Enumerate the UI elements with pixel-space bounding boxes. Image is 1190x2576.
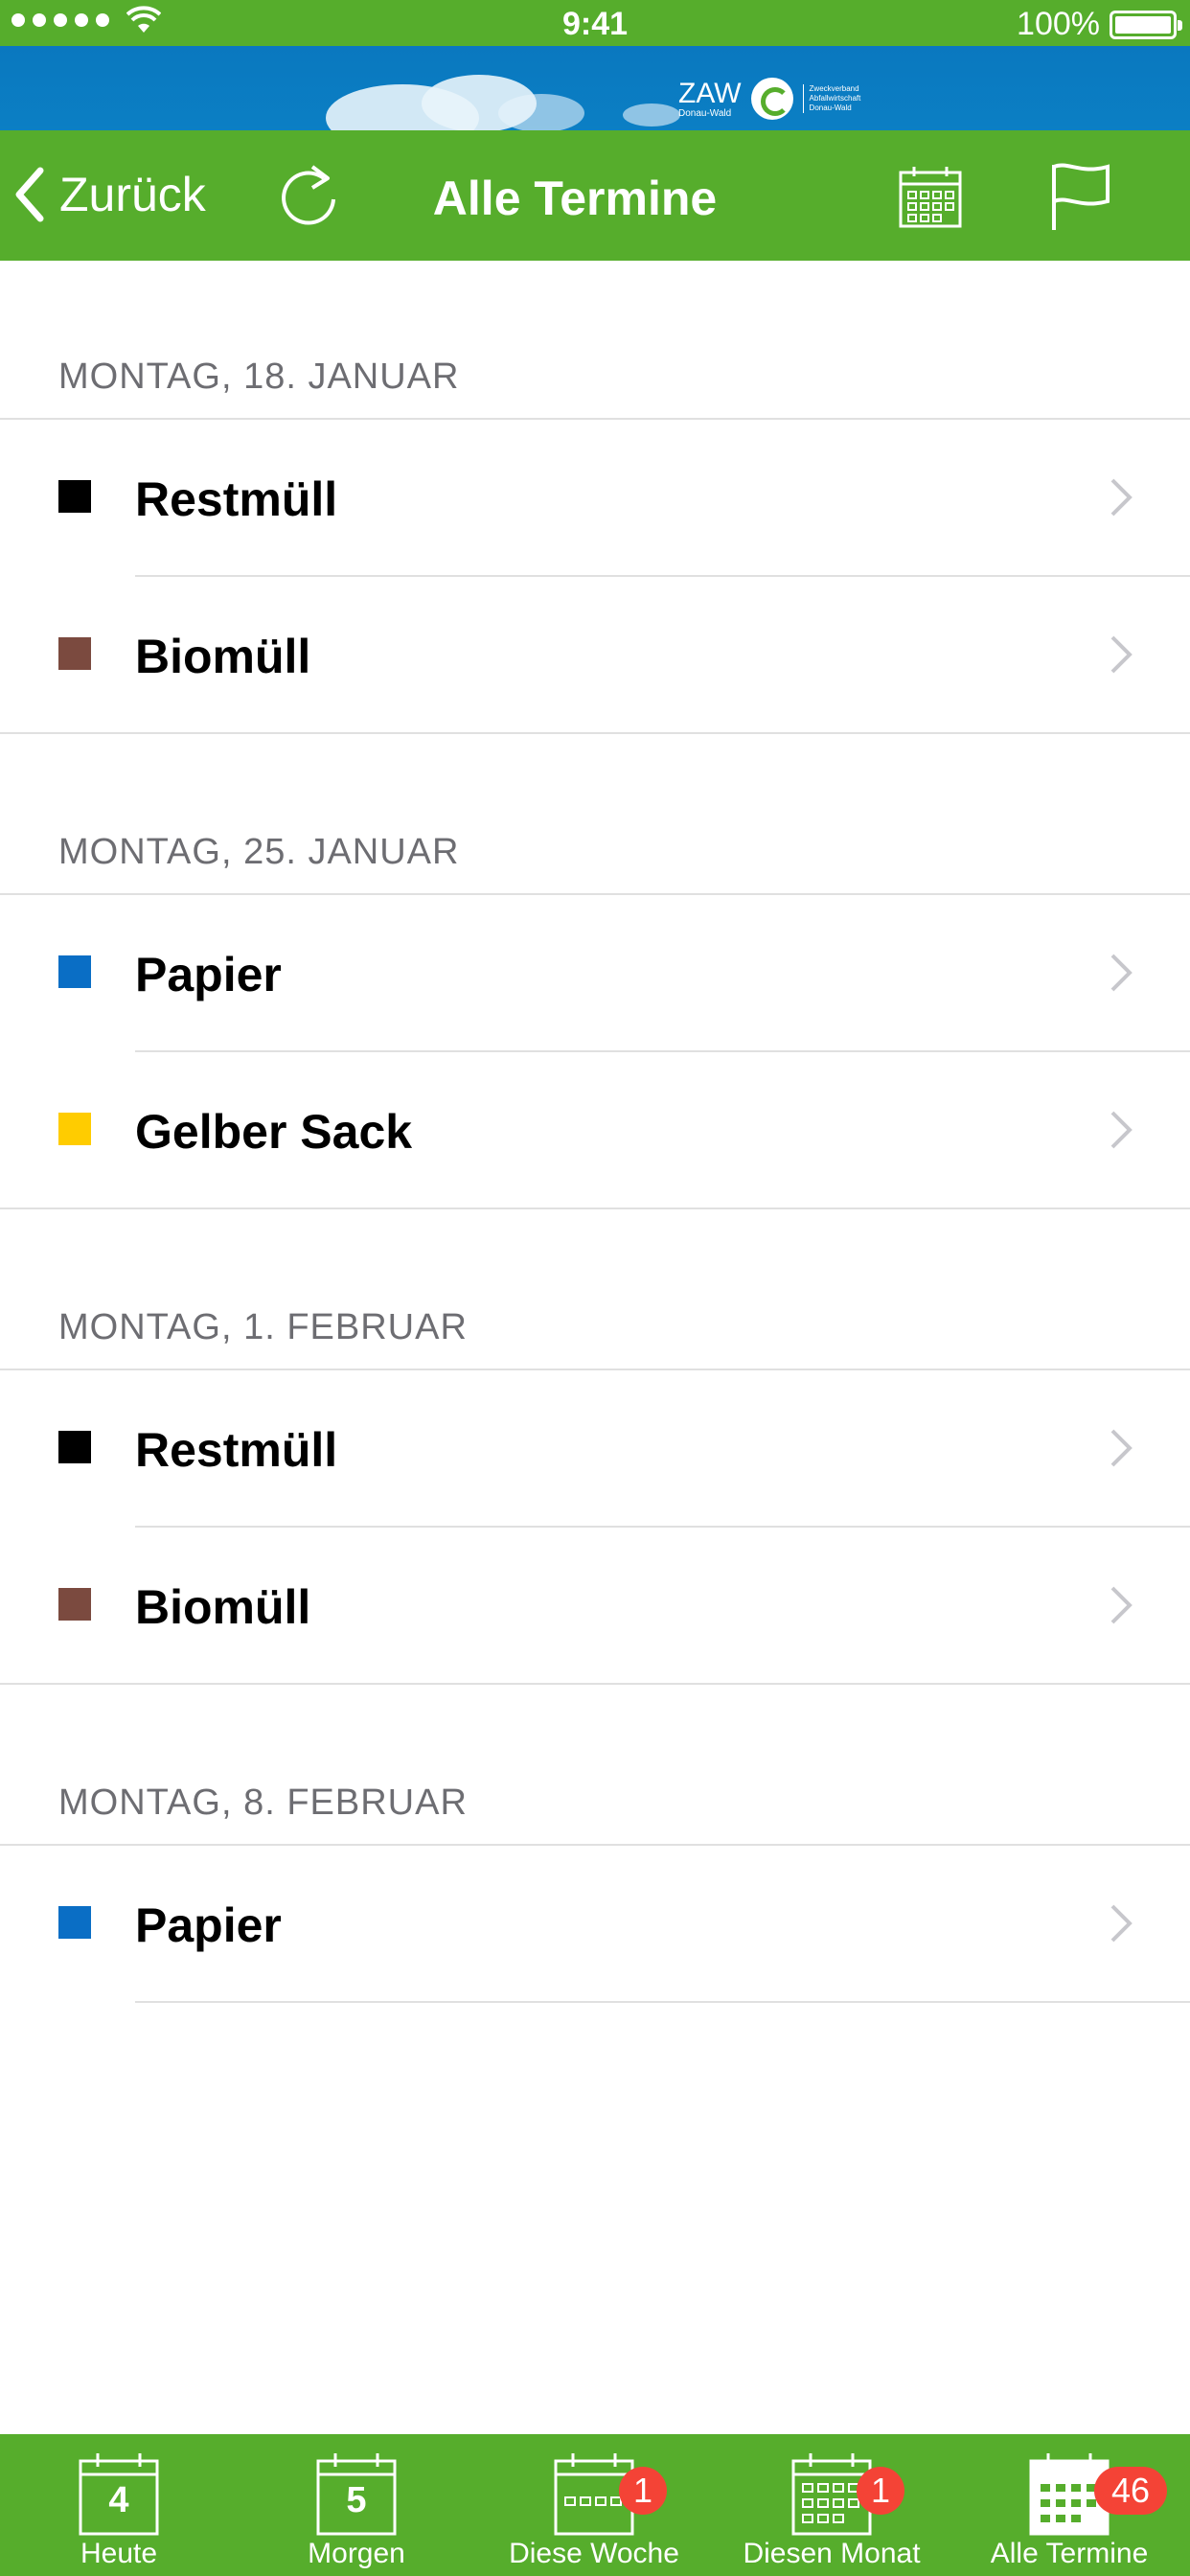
section-header: MONTAG, 25. JANUAR xyxy=(58,832,460,872)
battery-percent: 100% xyxy=(1017,6,1100,42)
logo-title: ZAW xyxy=(678,77,742,109)
logo-subtitle: Donau-Wald xyxy=(678,107,732,119)
logo-arrow-icon xyxy=(750,78,793,120)
chevron-right-icon xyxy=(1110,1904,1133,1943)
section-header: MONTAG, 1. FEBRUAR xyxy=(58,1307,468,1347)
waste-color-swatch xyxy=(58,480,91,513)
tab-bar: 4 Heute 5 Morgen 1 Diese Woche 1 Diesen … xyxy=(0,2434,1190,2576)
list-item[interactable]: Restmüll xyxy=(0,1370,1190,1526)
tab-diesen-monat[interactable]: 1 Diesen Monat xyxy=(713,2434,950,2576)
tab-label: Alle Termine xyxy=(990,2538,1149,2569)
chevron-right-icon xyxy=(1110,1586,1133,1624)
notification-badge: 1 xyxy=(619,2467,667,2515)
waste-color-swatch xyxy=(58,1431,91,1463)
tab-label: Diesen Monat xyxy=(743,2538,921,2569)
waste-color-swatch xyxy=(58,1113,91,1145)
waste-type-label: Restmüll xyxy=(135,1423,338,1477)
list-item[interactable]: Gelber Sack xyxy=(0,1052,1190,1208)
waste-color-swatch xyxy=(58,955,91,988)
chevron-right-icon xyxy=(1110,635,1133,674)
chevron-right-icon xyxy=(1110,1429,1133,1467)
notification-badge: 46 xyxy=(1094,2467,1167,2515)
tab-day-number: 4 xyxy=(108,2480,129,2520)
tab-label: Heute xyxy=(80,2538,158,2569)
waste-color-swatch xyxy=(58,637,91,670)
chevron-right-icon xyxy=(1110,1111,1133,1149)
notification-badge: 1 xyxy=(857,2467,904,2515)
list-item[interactable]: Biomüll xyxy=(0,577,1190,732)
chevron-right-icon xyxy=(1110,478,1133,517)
tab-heute[interactable]: 4 Heute xyxy=(0,2434,238,2576)
list-item[interactable]: Papier xyxy=(0,895,1190,1050)
tab-diese-woche[interactable]: 1 Diese Woche xyxy=(475,2434,713,2576)
list-item[interactable]: Papier xyxy=(0,1846,1190,2001)
waste-color-swatch xyxy=(58,1906,91,1939)
waste-type-label: Gelber Sack xyxy=(135,1105,413,1159)
tab-alle-termine[interactable]: 46 Alle Termine xyxy=(950,2434,1188,2576)
appointments-list: MONTAG, 18. JANUAR Restmüll Biomüll MONT… xyxy=(0,261,1190,2434)
navigation-bar: Zurück Alle Termine xyxy=(0,130,1190,261)
list-item[interactable]: Biomüll xyxy=(0,1528,1190,1683)
waste-type-label: Papier xyxy=(135,948,282,1001)
battery-icon xyxy=(1110,10,1182,39)
waste-type-label: Restmüll xyxy=(135,472,338,526)
section-header: MONTAG, 18. JANUAR xyxy=(58,356,460,397)
waste-type-label: Biomüll xyxy=(135,1580,311,1634)
tab-day-number: 5 xyxy=(346,2480,367,2520)
page-title: Alle Termine xyxy=(432,172,718,225)
flag-icon[interactable] xyxy=(1048,161,1115,232)
calendar-icon[interactable] xyxy=(897,163,964,230)
tab-label: Morgen xyxy=(308,2538,405,2569)
status-bar: 9:41 100% xyxy=(0,0,1190,46)
waste-color-swatch xyxy=(58,1588,91,1621)
list-item[interactable]: Restmüll xyxy=(0,420,1190,575)
status-time: 9:41 xyxy=(561,6,629,42)
waste-type-label: Biomüll xyxy=(135,630,311,683)
waste-type-label: Papier xyxy=(135,1898,282,1952)
tab-morgen[interactable]: 5 Morgen xyxy=(238,2434,475,2576)
header-banner: ZAW Donau-Wald Zweckverband Abfallwirtsc… xyxy=(0,46,1190,130)
section-header: MONTAG, 8. FEBRUAR xyxy=(58,1782,468,1823)
tab-label: Diese Woche xyxy=(509,2538,679,2569)
logo-caption: Zweckverband Abfallwirtschaft Donau-Wald xyxy=(802,84,877,113)
zaw-logo: ZAW Donau-Wald Zweckverband Abfallwirtsc… xyxy=(678,75,877,123)
chevron-right-icon xyxy=(1110,954,1133,992)
